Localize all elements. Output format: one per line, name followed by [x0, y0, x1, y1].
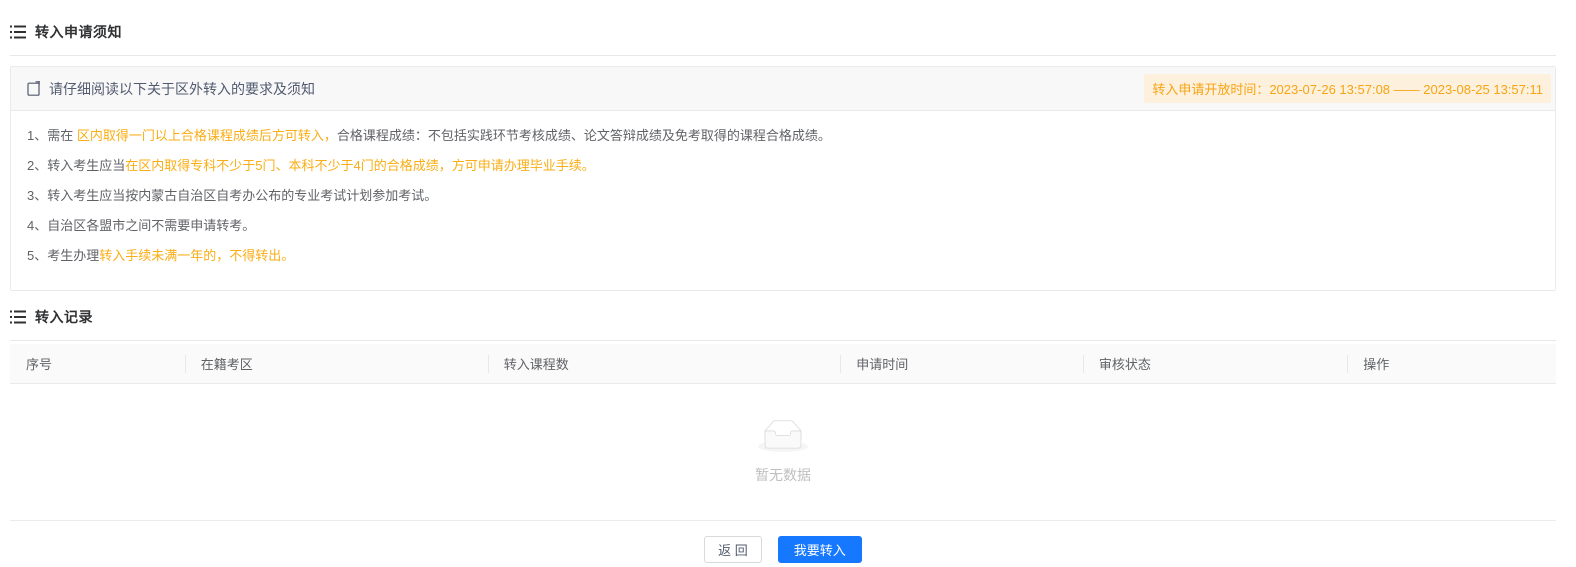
notice-rule-line: 1、需在 区内取得一门以上合格课程成绩后方可转入，合格课程成绩：不包括实践环节考… [27, 127, 1539, 144]
rule-text: 5、考生办理 [27, 248, 99, 263]
records-section-header: 转入记录 [10, 291, 1556, 340]
notice-box-header: 请仔细阅读以下关于区外转入的要求及须知 转入申请开放时间：2023-07-26 … [11, 67, 1555, 111]
table-column-header: 序号 [10, 354, 185, 373]
notice-section-header: 转入申请须知 [10, 0, 1556, 55]
transfer-button[interactable]: 我要转入 [778, 536, 862, 563]
notice-rule-line: 4、自治区各盟市之间不需要申请转考。 [27, 217, 1539, 234]
table-empty-state: 暂无数据 [10, 383, 1556, 521]
table-column-header: 在籍考区 [185, 354, 488, 373]
section-divider [10, 55, 1556, 56]
rule-text: 合格课程成绩：不包括实践环节考核成绩、论文答辩成绩及免考取得的课程合格成绩。 [337, 128, 831, 143]
document-icon [27, 81, 41, 96]
rule-text: 4、自治区各盟市之间不需要申请转考。 [27, 218, 255, 233]
notice-section-title: 转入申请须知 [35, 22, 122, 42]
rule-highlight-text: 区内取得一门以上合格课程成绩后方可转入， [77, 128, 337, 143]
list-icon [10, 310, 26, 324]
notice-box-title: 请仔细阅读以下关于区外转入的要求及须知 [49, 79, 315, 99]
table-column-header: 操作 [1347, 354, 1556, 373]
notice-box: 请仔细阅读以下关于区外转入的要求及须知 转入申请开放时间：2023-07-26 … [10, 66, 1556, 291]
page-container: 转入申请须知 请仔细阅读以下关于区外转入的要求及须知 转入申请开放时间：2023… [0, 0, 1576, 563]
rule-text: 1、需在 [27, 128, 77, 143]
section-divider [10, 340, 1556, 341]
notice-box-title-wrap: 请仔细阅读以下关于区外转入的要求及须知 [27, 79, 315, 99]
table-column-header: 审核状态 [1083, 354, 1347, 373]
footer-actions: 返 回 我要转入 [10, 521, 1556, 563]
rule-highlight-text: 在区内取得专科不少于5门、本科不少于4门的合格成绩，方可申请办理毕业手续。 [125, 158, 594, 173]
empty-text: 暂无数据 [755, 465, 811, 485]
empty-box-icon [758, 420, 808, 457]
table-column-header: 申请时间 [840, 354, 1083, 373]
rule-text: 2、转入考生应当 [27, 158, 125, 173]
table-column-header: 转入课程数 [488, 354, 840, 373]
table-header-row: 序号在籍考区转入课程数申请时间审核状态操作 [10, 344, 1556, 383]
open-time-badge: 转入申请开放时间：2023-07-26 13:57:08 —— 2023-08-… [1144, 74, 1551, 103]
records-section-title: 转入记录 [35, 307, 93, 327]
back-button[interactable]: 返 回 [704, 536, 762, 563]
notice-rule-line: 5、考生办理转入手续未满一年的，不得转出。 [27, 247, 1539, 264]
rule-highlight-text: 转入手续未满一年的，不得转出。 [99, 248, 294, 263]
notice-rule-line: 3、转入考生应当按内蒙古自治区自考办公布的专业考试计划参加考试。 [27, 187, 1539, 204]
rule-text: 3、转入考生应当按内蒙古自治区自考办公布的专业考试计划参加考试。 [27, 188, 437, 203]
list-icon [10, 25, 26, 39]
notice-rules-list: 1、需在 区内取得一门以上合格课程成绩后方可转入，合格课程成绩：不包括实践环节考… [11, 111, 1555, 290]
notice-rule-line: 2、转入考生应当在区内取得专科不少于5门、本科不少于4门的合格成绩，方可申请办理… [27, 157, 1539, 174]
records-table: 序号在籍考区转入课程数申请时间审核状态操作 暂无数据 [10, 344, 1556, 521]
